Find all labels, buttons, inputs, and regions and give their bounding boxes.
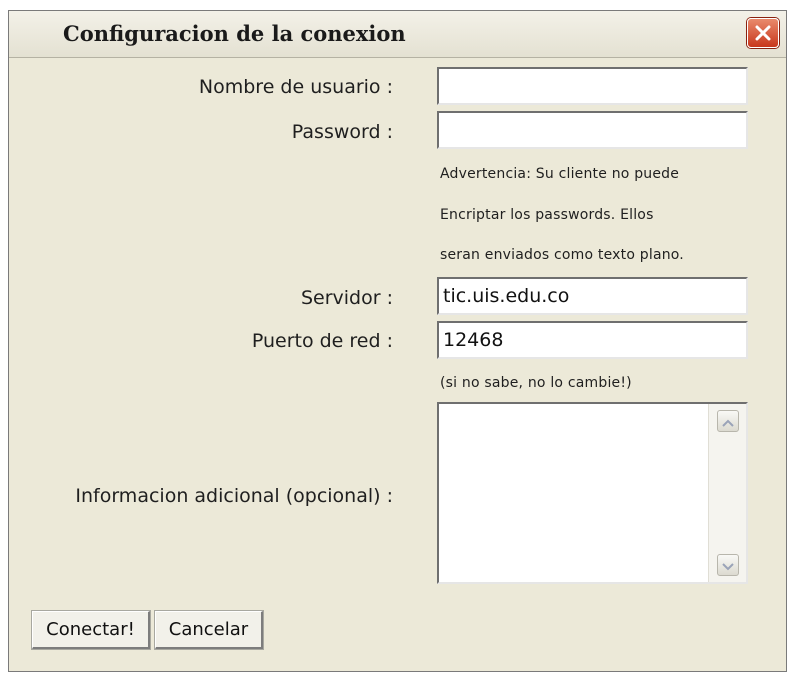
port-field[interactable] xyxy=(437,321,748,359)
vertical-scrollbar[interactable] xyxy=(708,404,746,582)
chevron-down-icon xyxy=(722,556,734,575)
additional-info-textarea[interactable] xyxy=(439,404,707,582)
additional-info-label: Informacion adicional (opcional) : xyxy=(75,485,393,507)
username-field[interactable] xyxy=(437,67,748,105)
scroll-up-button[interactable] xyxy=(717,410,739,432)
password-field[interactable] xyxy=(437,111,748,149)
close-icon xyxy=(754,24,772,42)
port-hint: (si no sabe, no lo cambie!) xyxy=(440,375,632,391)
close-button[interactable] xyxy=(747,18,779,48)
connection-dialog: Configuracion de la conexion Nombre de u… xyxy=(8,10,787,672)
password-warning-line-1: Advertencia: Su cliente no puede xyxy=(440,166,680,182)
cancel-button[interactable]: Cancelar xyxy=(155,611,263,649)
password-label: Password : xyxy=(291,121,393,143)
server-field[interactable] xyxy=(437,277,748,315)
username-label: Nombre de usuario : xyxy=(198,76,393,98)
dialog-title: Configuracion de la conexion xyxy=(63,21,406,46)
additional-info-box xyxy=(437,402,748,584)
scroll-down-button[interactable] xyxy=(717,554,739,576)
password-warning-line-2: Encriptar los passwords. Ellos xyxy=(440,207,654,223)
connect-button[interactable]: Conectar! xyxy=(32,611,150,649)
title-bar[interactable]: Configuracion de la conexion xyxy=(9,11,786,58)
password-warning-line-3: seran enviados como texto plano. xyxy=(440,247,684,263)
port-label: Puerto de red : xyxy=(251,330,393,352)
chevron-up-icon xyxy=(722,412,734,431)
server-label: Servidor : xyxy=(300,287,393,309)
